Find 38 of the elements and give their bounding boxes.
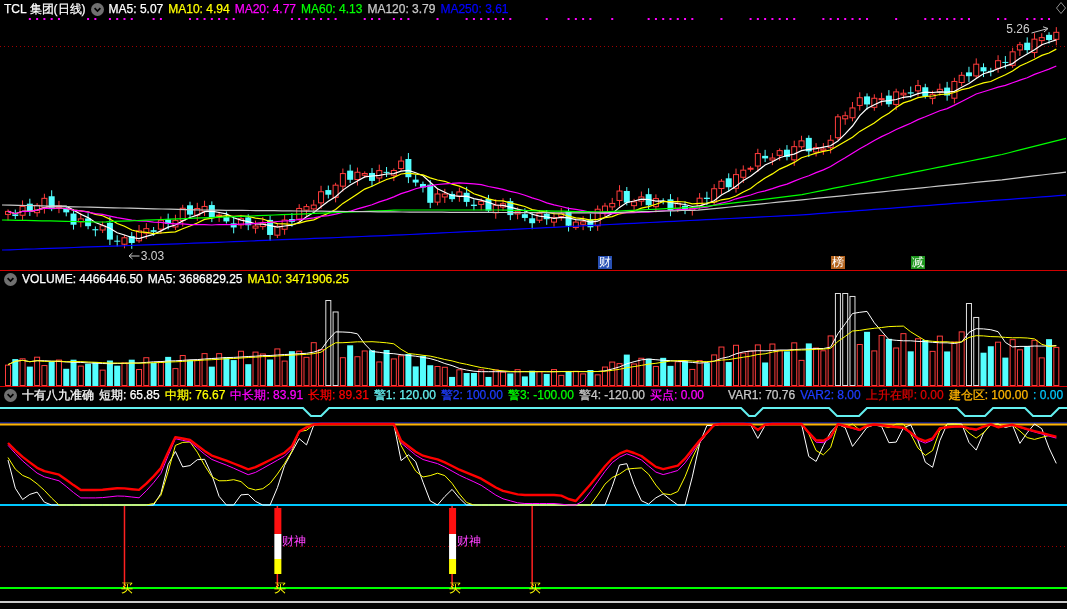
low-price-label: 3.03 [140, 249, 165, 263]
indicator-value: 警1: 120.00 [373, 388, 436, 403]
indicator-value: 建仓区: 100.00 [948, 388, 1029, 403]
indicator-value: 买点: 0.00 [650, 388, 705, 403]
indicator-value: MA60: 4.13 [301, 2, 363, 16]
chevron-circle-icon[interactable] [4, 389, 17, 402]
indicator-value: MA120: 3.79 [367, 2, 436, 16]
chevron-circle-icon[interactable] [90, 2, 104, 16]
event-tag[interactable]: 减 [911, 256, 925, 269]
indicator-value: VOLUME: 4466446.50 [22, 272, 143, 287]
indicator-value: MA20: 4.77 [234, 2, 296, 16]
indicator-value: MA10: 4.94 [168, 2, 230, 16]
indicator-value: 长期: 89.31 [308, 388, 369, 403]
indicator-value: 短期: 65.85 [99, 388, 160, 403]
indicator-value: VAR2: 8.00 [800, 388, 861, 403]
indicator-value: 警3: -100.00 [507, 388, 574, 403]
arrow-icon [127, 252, 140, 261]
signal-tag-label: 财神 [457, 534, 482, 548]
chevron-circle-icon[interactable] [4, 273, 17, 286]
indicator-value: 上升在即: 0.00 [865, 388, 944, 403]
chart-title: TCL 集团(日线) [4, 2, 86, 16]
indicator-value: VAR1: 70.76 [728, 388, 796, 403]
indicator-value: 警4: -120.00 [578, 388, 645, 403]
high-price-label: 5.26 [1006, 23, 1030, 37]
arrow-icon [1030, 25, 1049, 34]
diamond-icon[interactable] [1056, 2, 1066, 14]
signal-tag-label: 财神 [282, 534, 307, 548]
indicator-value: 中长期: 83.91 [230, 388, 304, 403]
indicator-value: MA5: 3686829.25 [147, 272, 243, 287]
indicator-value: MA10: 3471906.25 [247, 272, 349, 287]
event-tag[interactable]: 榜 [830, 256, 845, 269]
indicator-value: 警2: 100.00 [440, 388, 503, 403]
event-tag[interactable]: 财 [597, 256, 612, 269]
indicator-value: : 0.00 [1033, 388, 1064, 403]
indicator-value: 中期: 76.67 [164, 388, 226, 403]
indicator-title: 十有八九准确 [22, 388, 94, 403]
indicator-value: MA5: 5.07 [108, 2, 164, 16]
indicator-value: MA250: 3.61 [440, 2, 509, 16]
